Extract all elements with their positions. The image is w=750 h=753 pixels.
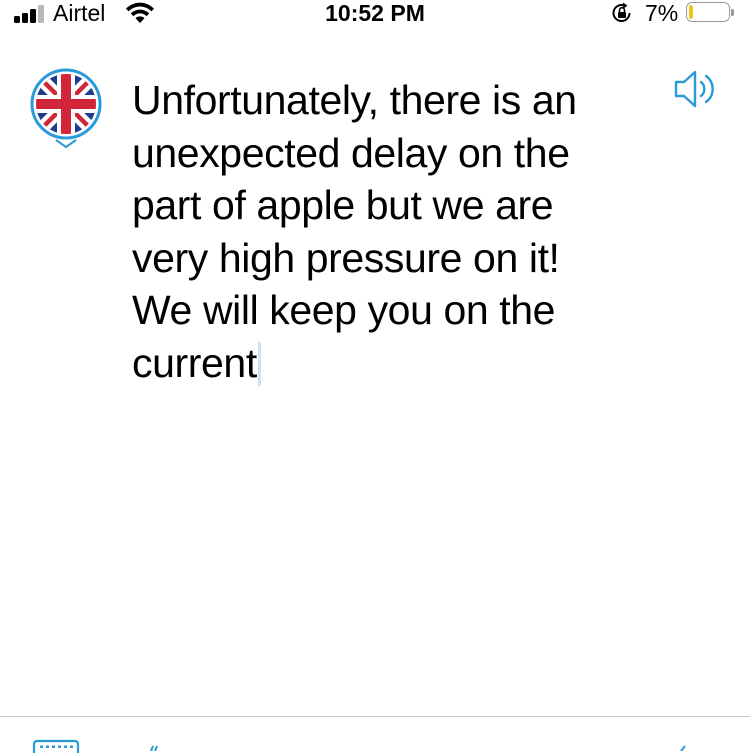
text-line: part of apple but we are — [132, 182, 554, 228]
speaker-icon[interactable] — [674, 68, 718, 110]
status-bar: Airtel 10:52 PM 7% — [0, 0, 750, 28]
toolbar-item-icon[interactable] — [150, 745, 160, 751]
text-line: Unfortunately, there is an — [132, 77, 577, 123]
text-line-last: current — [132, 337, 652, 390]
uk-flag-icon — [30, 68, 102, 140]
text-line: current — [132, 339, 257, 386]
source-language-selector[interactable] — [30, 68, 102, 150]
chevron-down-icon — [55, 139, 77, 149]
battery-icon — [686, 2, 734, 24]
text-line: We will keep you on the — [132, 287, 556, 333]
keyboard-icon[interactable] — [32, 739, 80, 753]
clock: 10:52 PM — [325, 0, 425, 26]
text-line: unexpected delay on the — [132, 129, 570, 176]
battery-percentage: 7% — [645, 0, 679, 26]
text-line: very high pressure on it! — [132, 234, 560, 281]
toolbar-item-icon[interactable] — [678, 745, 688, 751]
rotation-lock-icon — [612, 2, 631, 22]
bottom-toolbar — [0, 717, 750, 753]
text-cursor — [257, 341, 261, 386]
translation-text-area[interactable]: Unfortunately, there is an unexpected de… — [132, 74, 652, 389]
